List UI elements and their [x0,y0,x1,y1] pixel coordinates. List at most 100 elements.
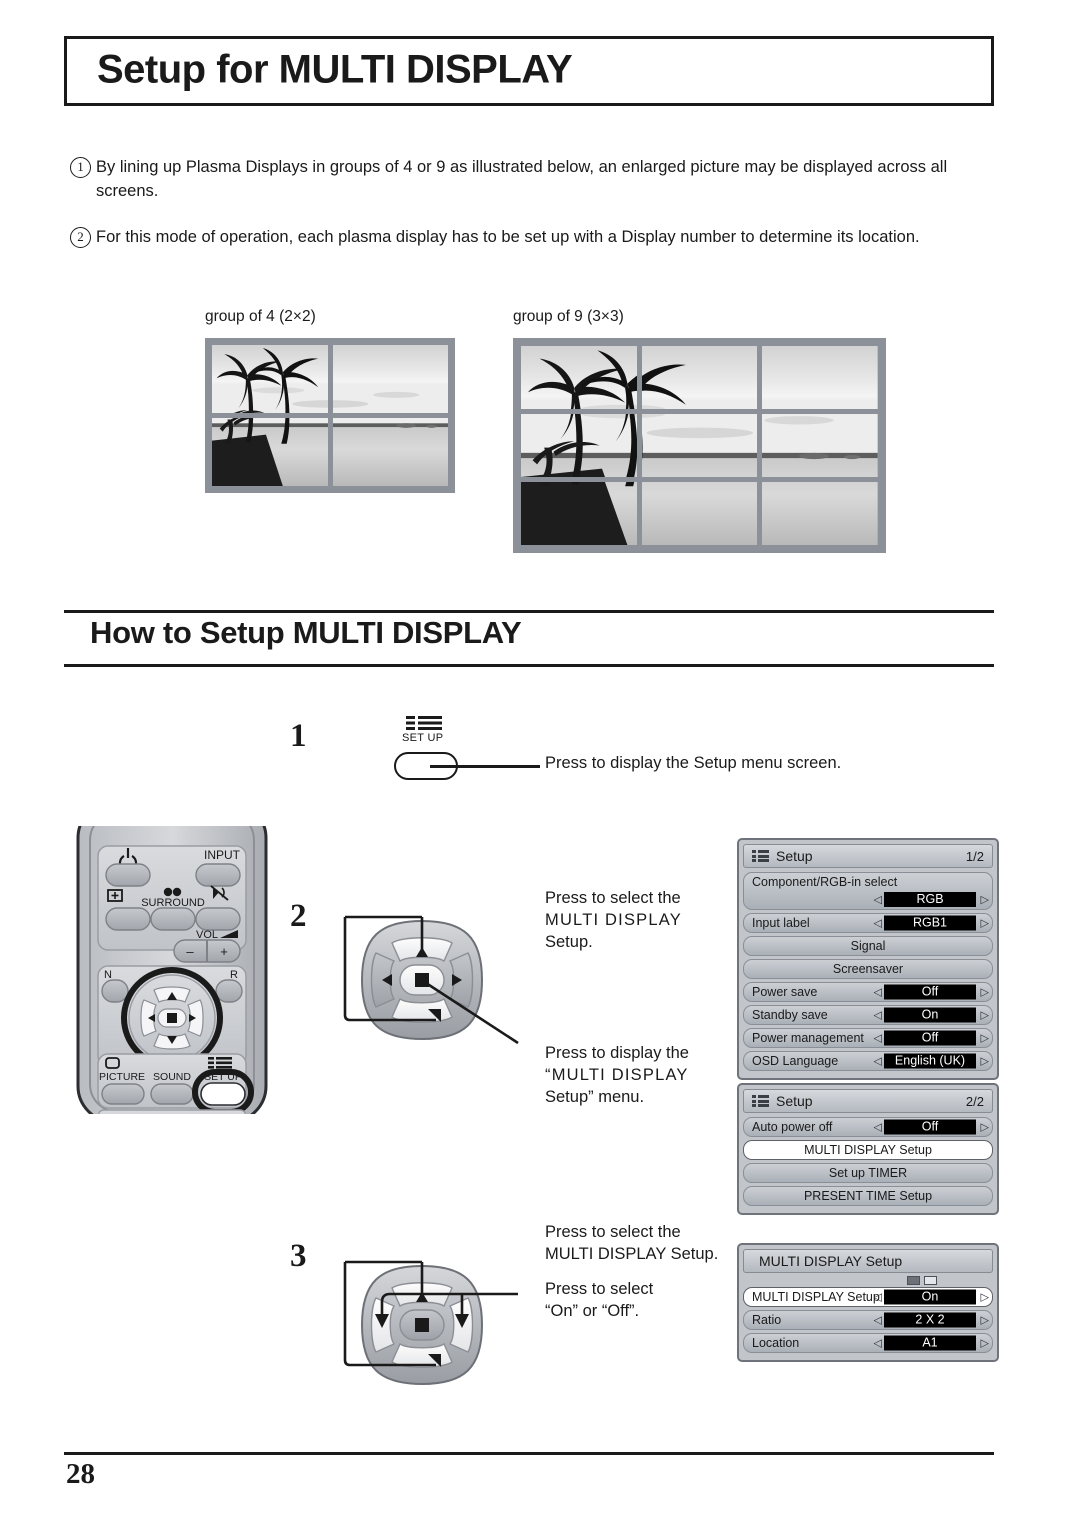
increment-arrow-icon[interactable]: ▷ [981,1121,989,1134]
osd-row-value: On [884,1007,976,1023]
setup-button-caption: SET UP [402,732,444,744]
osd-row-label: Set up TIMER [828,1165,908,1180]
osd-row-value: 2 X 2 [884,1312,976,1328]
footer-rule [64,1452,994,1455]
decrement-arrow-icon[interactable]: ◁ [874,893,882,906]
r-label: R [230,969,238,981]
increment-arrow-icon[interactable]: ▷ [981,917,989,930]
increment-arrow-icon[interactable]: ▷ [981,986,989,999]
increment-arrow-icon[interactable]: ▷ [981,1055,989,1068]
volume-up-label: + [220,944,228,959]
osd-row[interactable]: Input label ◁ RGB1 ▷ [743,913,993,933]
decrement-arrow-icon[interactable]: ◁ [874,1121,882,1134]
osd-setup-page-1: Setup 1/2 Component/RGB-in select ◁ RGB ▷ Inpu… [737,838,999,1080]
increment-arrow-icon[interactable]: ▷ [981,1032,989,1045]
menu-list-icon [752,850,769,862]
display-tile [641,414,758,477]
osd-setup-page-2: Setup 2/2 Auto power off ◁ Off ▷ MULTI DISPLAY… [737,1083,999,1215]
step-1-leader-line [430,765,540,768]
osd-row[interactable]: OSD Language ◁ English (UK) ▷ [743,1051,993,1071]
step-2-callout-b-line-1: Press to display the [545,1044,689,1062]
osd-row-value: A1 [884,1335,976,1351]
section-heading: How to Setup MULTI DISPLAY [90,615,522,650]
osd-header: Setup 2/2 [743,1089,993,1113]
osd-row[interactable]: Power management ◁ Off ▷ [743,1028,993,1048]
osd-row-label: Auto power off [752,1119,833,1134]
picture-button [101,1083,145,1105]
step-2-number: 2 [290,898,307,934]
power-button [105,863,151,887]
setup-button-remote [200,1082,246,1106]
step-2-callout-a-line-3: Setup. [545,932,593,951]
osd-row[interactable]: Signal [743,936,993,956]
osd-row-label: Standby save [752,1007,828,1022]
step-3-callout-b: Press to select “On” or “Off”. [545,1279,745,1323]
increment-arrow-icon[interactable]: ▷ [981,1314,989,1327]
osd-row[interactable]: MULTI DISPLAY Setup [743,1140,993,1160]
decrement-arrow-icon[interactable]: ◁ [874,1337,882,1350]
decrement-arrow-icon[interactable]: ◁ [874,1032,882,1045]
increment-arrow-icon[interactable]: ▷ [981,1291,989,1304]
remote-control-illustration: INPUT SURROUND VOL – + N R PICTURE SOUND… [76,826,268,1114]
display-tile [762,482,878,545]
osd-row-label: Location [752,1335,800,1350]
osd-row[interactable]: Component/RGB-in select ◁ RGB ▷ [743,872,993,910]
osd-row[interactable]: PRESENT TIME Setup [743,1186,993,1206]
step-3-number: 3 [290,1238,307,1274]
osd-multi-display-setup: MULTI DISPLAY Setup MULTI DISPLAY Setup ◁ O… [737,1243,999,1362]
osd-title: MULTI DISPLAY Setup [759,1253,903,1269]
multi-display-group-of-4-illustration [205,338,455,493]
decrement-arrow-icon[interactable]: ◁ [874,1291,882,1304]
osd-page-indicator: 2/2 [965,1093,984,1109]
decrement-arrow-icon[interactable]: ◁ [874,917,882,930]
section-rule-top [64,610,994,613]
osd-row-label: Component/RGB-in select [752,875,898,889]
osd-row[interactable]: Screensaver [743,959,993,979]
intro-paragraph-1: 1 By lining up Plasma Displays in groups… [70,156,1010,204]
surround-button [150,907,196,931]
step-3-callout-a: Press to select the MULTI DISPLAY Setup. [545,1222,760,1266]
decrement-arrow-icon[interactable]: ◁ [874,1009,882,1022]
osd-page-indicator: 1/2 [965,848,984,864]
display-tile [762,414,878,477]
osd-row-label: Power save [752,984,818,999]
osd-row[interactable]: Ratio ◁ 2 X 2 ▷ [743,1310,993,1330]
increment-arrow-icon[interactable]: ▷ [981,1337,989,1350]
display-tile [641,346,758,409]
page-number: 28 [66,1458,95,1490]
decrement-arrow-icon[interactable]: ◁ [874,1314,882,1327]
osd-header: Setup 1/2 [743,844,993,868]
input-button [195,863,241,887]
display-tile [762,346,878,409]
osd-row-label: PRESENT TIME Setup [803,1188,933,1203]
osd-row[interactable]: Set up TIMER [743,1163,993,1183]
osd-page-dots [907,1276,937,1285]
page-title-box: Setup for MULTI DISPLAY [64,36,994,106]
decrement-arrow-icon[interactable]: ◁ [874,986,882,999]
display-tile [212,418,328,486]
intro-paragraph-1-text: By lining up Plasma Displays in groups o… [96,158,948,200]
osd-row[interactable]: Standby save ◁ On ▷ [743,1005,993,1025]
osd-row[interactable]: Power save ◁ Off ▷ [743,982,993,1002]
osd-row-label: Screensaver [832,961,904,976]
intro-paragraph-2: 2 For this mode of operation, each plasm… [70,226,1010,250]
display-tile [521,482,637,545]
increment-arrow-icon[interactable]: ▷ [981,893,989,906]
display-tile [332,345,448,413]
osd-row[interactable]: Auto power off ◁ Off ▷ [743,1117,993,1137]
step-2-callout-b: Press to display the “MULTI DISPLAY Setu… [545,1043,745,1108]
group-of-9-label: group of 9 (3×3) [513,308,624,325]
osd-row-label: MULTI DISPLAY Setup [752,1289,880,1304]
osd-row[interactable]: Location ◁ A1 ▷ [743,1333,993,1353]
step-2-callout-a-line-1: Press to select the [545,889,681,907]
osd-row[interactable]: MULTI DISPLAY Setup ◁ On ▷ [743,1287,993,1307]
osd-row-label: Signal [850,938,886,953]
osd-row-value: On [884,1289,976,1305]
decrement-arrow-icon[interactable]: ◁ [874,1055,882,1068]
display-tile [212,345,328,413]
volume-down-label: – [186,944,194,959]
osd-row-label: OSD Language [752,1053,839,1068]
increment-arrow-icon[interactable]: ▷ [981,1009,989,1022]
step-2-callout-a: Press to select the MULTI DISPLAY Setup. [545,888,745,953]
osd-row-value: RGB [884,892,976,907]
